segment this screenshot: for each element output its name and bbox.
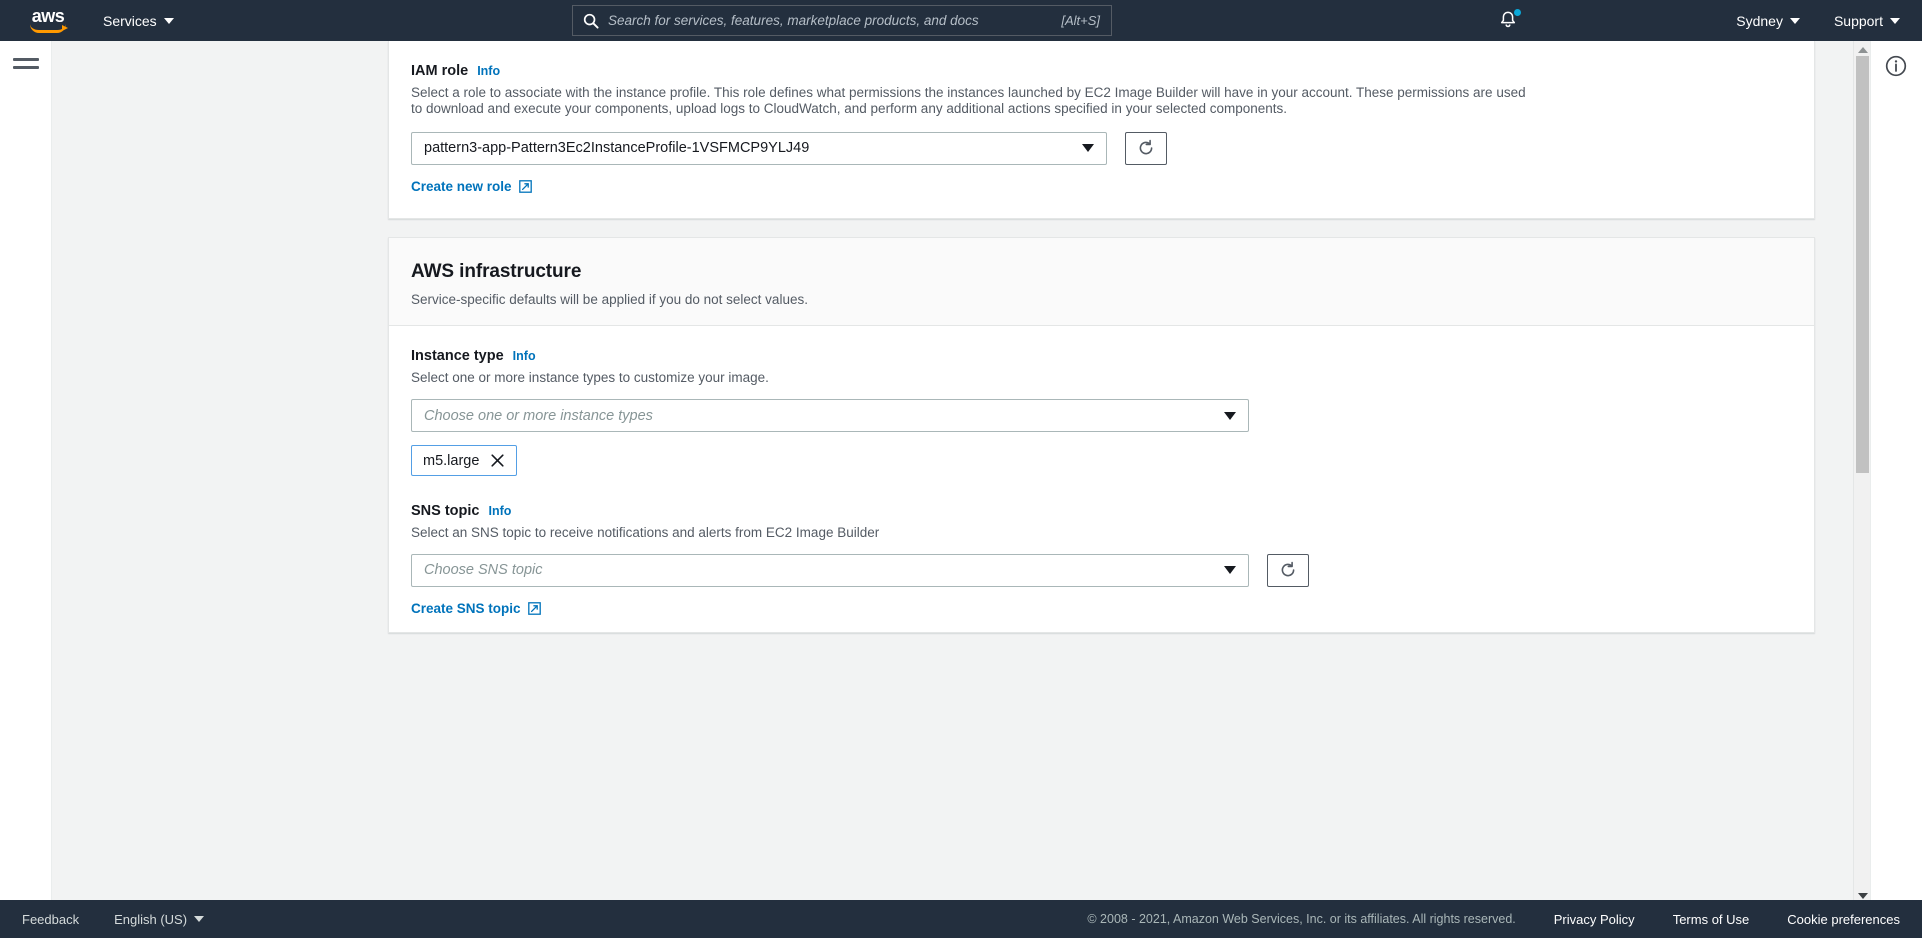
info-icon	[1885, 55, 1907, 77]
sns-topic-refresh-button[interactable]	[1267, 553, 1309, 587]
chevron-down-icon	[1224, 566, 1236, 575]
instance-type-placeholder: Choose one or more instance types	[424, 407, 653, 424]
aws-infrastructure-title: AWS infrastructure	[411, 261, 582, 282]
refresh-icon	[1281, 562, 1295, 577]
help-panel-rail	[1870, 41, 1922, 920]
chevron-down-icon	[1224, 411, 1236, 420]
aws-logo[interactable]: aws	[26, 7, 70, 35]
aws-logo-smile-icon	[30, 24, 68, 33]
vertical-scrollbar[interactable]	[1853, 41, 1870, 905]
page-footer: Feedback English (US) © 2008 - 2021, Ama…	[0, 900, 1922, 938]
iam-role-label-row: IAM role Info	[411, 63, 1792, 79]
sns-topic-label: SNS topic	[411, 503, 480, 520]
hamburger-bar	[13, 66, 39, 69]
search-keyboard-shortcut: [Alt+S]	[1061, 13, 1100, 28]
aws-infrastructure-card: AWS infrastructure Service-specific defa…	[388, 237, 1815, 633]
services-menu-label: Services	[103, 12, 157, 29]
top-navigation-bar: aws Services Search for services, featur…	[0, 0, 1922, 41]
iam-role-card: IAM role Info Select a role to associate…	[388, 41, 1815, 219]
main-content-area: IAM role Info Select a role to associate…	[52, 41, 1870, 920]
instance-type-select[interactable]: Choose one or more instance types	[411, 399, 1249, 433]
refresh-icon	[1139, 140, 1153, 155]
global-search-input[interactable]: Search for services, features, marketpla…	[572, 5, 1112, 36]
language-selector[interactable]: English (US)	[114, 911, 205, 927]
chevron-down-icon	[1890, 17, 1900, 24]
scroll-down-arrow-icon[interactable]	[1858, 893, 1868, 899]
left-navigation-rail	[0, 41, 52, 920]
footer-right-group: © 2008 - 2021, Amazon Web Services, Inc.…	[1087, 912, 1900, 927]
instance-type-label: Instance type	[411, 348, 504, 364]
aws-infrastructure-card-body: Instance type Info Select one or more in…	[389, 326, 1814, 640]
iam-role-description: Select a role to associate with the inst…	[411, 85, 1526, 117]
instance-type-label-row: Instance type Info	[411, 348, 1792, 364]
language-selector-label: English (US)	[114, 911, 188, 927]
iam-role-select[interactable]: pattern3-app-Pattern3Ec2InstanceProfile-…	[411, 131, 1107, 165]
page-body: ⦚ IAM role Info Select a role to associa…	[0, 41, 1922, 920]
navigation-toggle-button[interactable]	[13, 58, 39, 78]
aws-infrastructure-card-header: AWS infrastructure Service-specific defa…	[389, 238, 1814, 326]
remove-token-close-icon[interactable]	[490, 453, 505, 468]
iam-role-info-link[interactable]: Info	[477, 64, 500, 78]
global-search-placeholder: Search for services, features, marketpla…	[608, 13, 979, 28]
privacy-policy-link[interactable]: Privacy Policy	[1554, 912, 1635, 927]
terms-of-use-link[interactable]: Terms of Use	[1673, 912, 1750, 927]
region-selector-label: Sydney	[1736, 12, 1783, 29]
iam-role-refresh-button[interactable]	[1125, 131, 1167, 165]
instance-type-token-label: m5.large	[423, 452, 480, 469]
chevron-down-icon	[194, 916, 205, 922]
support-menu-label: Support	[1833, 12, 1883, 29]
sns-topic-label-row: SNS topic Info	[411, 503, 1792, 519]
hamburger-bar	[13, 58, 39, 61]
sns-topic-placeholder: Choose SNS topic	[424, 562, 543, 579]
aws-logo-wordmark: aws	[31, 5, 65, 26]
chevron-down-icon	[163, 17, 174, 24]
iam-role-label: IAM role	[411, 63, 469, 79]
feedback-label: Feedback	[22, 911, 80, 927]
footer-left-group: Feedback English (US)	[22, 911, 205, 927]
support-menu[interactable]: Support	[1834, 13, 1900, 29]
services-menu[interactable]: Services	[103, 13, 174, 29]
cookie-preferences-link[interactable]: Cookie preferences	[1787, 912, 1900, 927]
notification-badge-dot	[1514, 9, 1521, 16]
sns-topic-select[interactable]: Choose SNS topic	[411, 553, 1249, 587]
aws-infrastructure-subtitle: Service-specific defaults will be applie…	[411, 292, 808, 307]
chevron-down-icon	[1082, 144, 1094, 153]
notifications-bell-button[interactable]	[1497, 9, 1521, 33]
help-info-button[interactable]	[1885, 55, 1907, 77]
chevron-down-icon	[1789, 17, 1800, 24]
top-nav-right-group: Sydney Support	[1736, 0, 1900, 41]
create-new-role-link[interactable]: Create new role	[411, 179, 532, 194]
iam-role-control-row: pattern3-app-Pattern3Ec2InstanceProfile-…	[411, 131, 1792, 165]
instance-type-token-list: m5.large	[411, 432, 1792, 477]
copyright-text: © 2008 - 2021, Amazon Web Services, Inc.…	[1087, 912, 1516, 926]
feedback-link[interactable]: Feedback	[22, 912, 79, 927]
search-icon	[583, 13, 599, 29]
create-sns-topic-link[interactable]: Create SNS topic	[411, 601, 541, 616]
instance-type-token: m5.large	[411, 445, 518, 477]
sns-topic-info-link[interactable]: Info	[488, 504, 511, 518]
iam-role-card-body: IAM role Info Select a role to associate…	[389, 41, 1814, 218]
instance-type-description: Select one or more instance types to cus…	[411, 370, 769, 385]
vertical-scrollbar-thumb[interactable]	[1856, 56, 1869, 473]
sns-topic-control-row: Choose SNS topic	[411, 553, 1792, 587]
region-selector[interactable]: Sydney	[1736, 13, 1800, 29]
iam-role-selected-value: pattern3-app-Pattern3Ec2InstanceProfile-…	[424, 140, 810, 157]
external-link-icon	[527, 602, 541, 615]
sns-topic-description: Select an SNS topic to receive notificat…	[411, 525, 880, 541]
external-link-icon	[518, 180, 532, 193]
create-new-role-label: Create new role	[411, 178, 512, 194]
instance-type-info-link[interactable]: Info	[513, 349, 536, 363]
create-sns-topic-label: Create SNS topic	[411, 600, 521, 616]
scroll-up-arrow-icon[interactable]	[1858, 47, 1868, 53]
